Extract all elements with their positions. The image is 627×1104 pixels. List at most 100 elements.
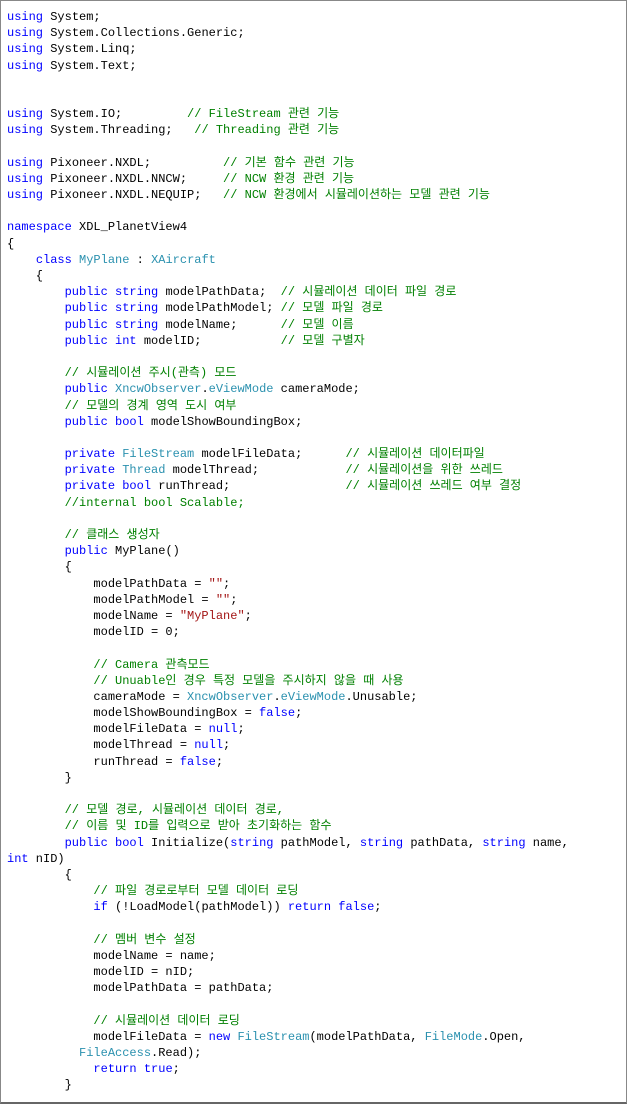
code-token: . [273,690,280,704]
code-token: modelShowBoundingBox; [144,415,302,429]
code-token [72,253,79,267]
code-block: using System; using System.Collections.G… [0,0,627,1104]
code-token: namespace [7,220,72,234]
code-token: using [7,188,43,202]
code-token [7,803,65,817]
code-token: return [93,1062,136,1076]
code-token: ; [230,593,237,607]
code-token: string [360,836,403,850]
code-token: using [7,107,43,121]
code-token: ; [245,609,252,623]
code-token: modelID = 0; [7,625,180,639]
code-token: // 시뮬레이션 데이터 파일 경로 [281,285,457,299]
code-token: ; [173,1062,180,1076]
code-token [7,1046,79,1060]
code-token: // 모델 경로, 시뮬레이션 데이터 경로, [65,803,284,817]
code-token: // 모델 구별자 [281,334,365,348]
code-token: eViewMode [281,690,346,704]
code-token [108,415,115,429]
code-token: private [65,463,115,477]
code-token: pathModel, [273,836,359,850]
code-token [7,285,65,299]
code-token: modelName = name; [7,949,216,963]
code-token [7,463,65,477]
code-token: Pixoneer.NXDL.NEQUIP; [43,188,223,202]
code-token: string [115,318,158,332]
code-token: ; [374,900,381,914]
code-token: // NCW 환경에서 시뮬레이션하는 모델 관련 기능 [223,188,490,202]
code-token: // 클래스 생성자 [65,528,160,542]
code-token: // 시뮬레이션 쓰레드 여부 결정 [345,479,521,493]
code-token: // 시뮬레이션 데이터파일 [345,447,484,461]
code-token: bool [115,415,144,429]
code-token: public [65,301,108,315]
code-token: modelPathModel; [158,301,280,315]
code-token: Pixoneer.NXDL.NNCW; [43,172,223,186]
code-token: (modelPathData, [309,1030,424,1044]
code-token: if [93,900,107,914]
code-token: false [180,755,216,769]
code-token: modelFileData; [194,447,345,461]
code-token: MyPlane() [108,544,180,558]
code-token: return [288,900,331,914]
code-token: public [65,318,108,332]
code-token: // 모델 이름 [281,318,354,332]
code-token [7,415,65,429]
code-token: using [7,123,43,137]
code-token [7,253,36,267]
code-token: { [7,237,14,251]
code-token: ; [223,738,230,752]
code-token: modelPathData; [158,285,280,299]
code-token [108,836,115,850]
code-token: cameraMode = [7,690,187,704]
code-token [7,382,65,396]
code-token [7,1014,93,1028]
code-token [7,399,65,413]
code-token [7,301,65,315]
code-token: // 이름 및 ID를 입력으로 받아 초기화하는 함수 [65,819,332,833]
code-token [7,836,65,850]
code-token: // 파일 경로로부터 모델 데이터 로딩 [93,884,298,898]
code-token [7,496,65,510]
code-token: nID) [29,852,65,866]
code-token: // Threading 관련 기능 [194,123,339,137]
code-token: .Unusable; [345,690,417,704]
code-token: string [115,301,158,315]
code-token: .Read); [151,1046,201,1060]
code-token: "" [209,577,223,591]
code-token: class [36,253,72,267]
code-token: int [115,334,137,348]
code-token [7,334,65,348]
code-token [108,285,115,299]
code-token: cameraMode; [273,382,359,396]
code-token: : [129,253,151,267]
code-token: pathData, [403,836,482,850]
code-token [137,1062,144,1076]
code-token: // 시뮬레이션 데이터 로딩 [93,1014,239,1028]
code-token: false [259,706,295,720]
code-token: ; [237,722,244,736]
code-token: // 멤버 변수 설정 [93,933,195,947]
code-token: // Camera 관측모드 [93,658,209,672]
code-token: ; [216,755,223,769]
code-token: modelThread; [165,463,345,477]
code-token: public [65,544,108,558]
code-token: string [115,285,158,299]
code-token [7,318,65,332]
code-token [7,819,65,833]
code-token: using [7,10,43,24]
code-token [108,301,115,315]
code-token: new [209,1030,231,1044]
code-token: false [338,900,374,914]
code-token: private [65,479,115,493]
code-token: using [7,172,43,186]
code-token [7,1062,93,1076]
code-token: System.Collections.Generic; [43,26,245,40]
code-token: eViewMode [209,382,274,396]
code-token [7,366,65,380]
code-token: FileAccess [79,1046,151,1060]
code-token: private [65,447,115,461]
code-token: System.Threading; [43,123,194,137]
code-token: System.IO; [43,107,187,121]
code-token: public [65,836,108,850]
